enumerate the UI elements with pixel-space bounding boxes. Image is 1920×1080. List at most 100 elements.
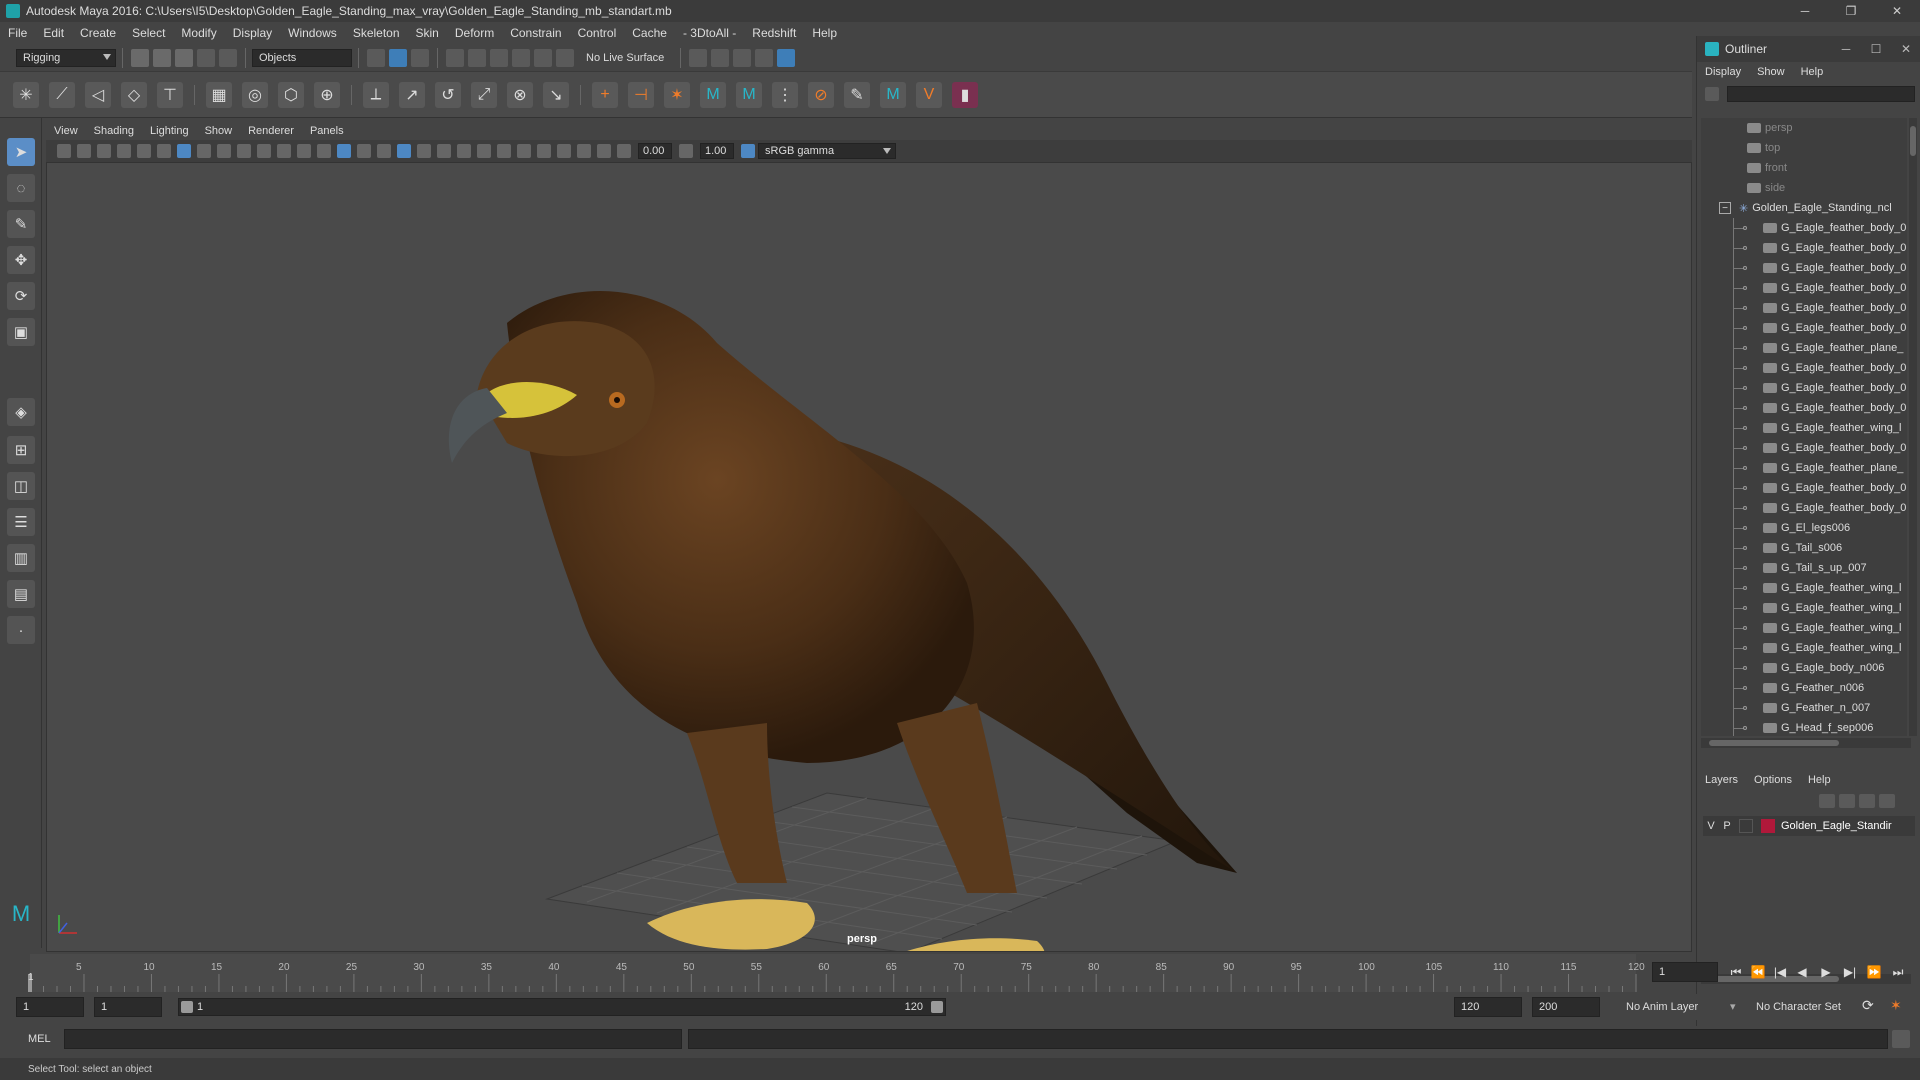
resolution-gate-icon[interactable] xyxy=(217,144,231,158)
menu-edit[interactable]: Edit xyxy=(35,26,72,40)
exposure-icon[interactable] xyxy=(617,144,631,158)
menu-skeleton[interactable]: Skeleton xyxy=(345,26,408,40)
go-to-start-icon[interactable]: ⏮ xyxy=(1726,962,1746,982)
safe-title-icon[interactable] xyxy=(297,144,311,158)
collapse-icon[interactable]: − xyxy=(1719,202,1731,214)
redo-icon[interactable] xyxy=(219,48,237,67)
range-slider[interactable]: 1 120 xyxy=(178,998,946,1016)
anim-layer-label[interactable]: No Anim Layer xyxy=(1626,1001,1698,1013)
menu-control[interactable]: Control xyxy=(570,26,625,40)
maya-script-3-icon[interactable]: M xyxy=(880,81,906,108)
channel-icon[interactable]: ⋮ xyxy=(772,81,798,108)
joint-orange-icon[interactable]: ⊣ xyxy=(628,81,654,108)
field-chart-icon[interactable] xyxy=(257,144,271,158)
layer-move-down-icon[interactable] xyxy=(1839,794,1855,808)
list-item-mesh[interactable]: G_Eagle_feather_body_0 xyxy=(1701,298,1907,318)
outliner-search-input[interactable] xyxy=(1727,86,1915,102)
outliner-maximize-button[interactable]: ☐ xyxy=(1861,36,1891,62)
xray-joints-icon[interactable] xyxy=(577,144,591,158)
playback-start-field[interactable]: 1 xyxy=(94,997,162,1017)
gamma-field[interactable]: 1.00 xyxy=(700,143,734,159)
list-item-mesh[interactable]: G_Eagle_feather_body_0 xyxy=(1701,478,1907,498)
camera-attr-icon[interactable] xyxy=(137,144,151,158)
preferences-icon[interactable]: ✶ xyxy=(1890,997,1902,1014)
list-item-mesh[interactable]: G_El_legs006 xyxy=(1701,518,1907,538)
render-frame-icon[interactable] xyxy=(733,48,752,67)
use-lights-icon[interactable] xyxy=(417,144,431,158)
motion-blur-icon[interactable] xyxy=(477,144,491,158)
selection-mask-dropdown[interactable]: Objects xyxy=(252,48,352,67)
refresh-icon[interactable] xyxy=(1705,87,1719,101)
color-management-icon[interactable] xyxy=(741,144,755,158)
pole-vector-icon[interactable]: ↘ xyxy=(543,81,569,108)
select-tool-icon[interactable]: ➤ xyxy=(7,138,35,166)
vp-menu-show[interactable]: Show xyxy=(197,125,241,137)
parent-constraint-icon[interactable]: ⊗ xyxy=(507,81,533,108)
default-material-icon[interactable] xyxy=(357,144,371,158)
script-editor-icon[interactable] xyxy=(1892,1030,1910,1048)
animation-end-field[interactable]: 200 xyxy=(1532,997,1600,1017)
list-item-mesh[interactable]: G_Eagle_body_n006 xyxy=(1701,658,1907,678)
layers-menu-help[interactable]: Help xyxy=(1800,774,1839,786)
outliner-horizontal-scrollbar[interactable] xyxy=(1701,738,1911,748)
redshift-icon[interactable]: ▮ xyxy=(952,81,978,108)
soft-select-icon[interactable]: ◈ xyxy=(7,398,35,426)
layer-visibility-toggle[interactable]: V xyxy=(1703,820,1719,832)
outliner-close-button[interactable]: ✕ xyxy=(1891,36,1920,62)
character-set-label[interactable]: No Character Set xyxy=(1756,1001,1841,1013)
grease-pencil-icon[interactable] xyxy=(157,144,171,158)
range-slider-start-handle[interactable] xyxy=(181,1001,193,1013)
list-item-mesh[interactable]: G_Eagle_feather_plane_ xyxy=(1701,338,1907,358)
hypershade-icon[interactable] xyxy=(777,48,796,67)
close-button[interactable]: ✕ xyxy=(1874,0,1920,22)
orient-constraint-icon[interactable]: ↺ xyxy=(435,81,461,108)
wireframe-on-shaded-icon[interactable] xyxy=(377,144,391,158)
list-item-mesh[interactable]: G_Feather_n_007 xyxy=(1701,698,1907,718)
layout-two-icon[interactable]: ◫ xyxy=(7,472,35,500)
rotate-tool-icon[interactable]: ⟳ xyxy=(7,282,35,310)
prev-key-icon[interactable]: |◀ xyxy=(1770,962,1790,982)
layers-menu-layers[interactable]: Layers xyxy=(1697,774,1746,786)
menu-file[interactable]: File xyxy=(0,26,35,40)
list-item-mesh[interactable]: G_Eagle_feather_body_0 xyxy=(1701,278,1907,298)
bind-skin-icon[interactable]: ▦ xyxy=(206,81,232,108)
step-forward-icon[interactable]: ⏩ xyxy=(1864,962,1884,982)
current-frame-field[interactable]: 1 xyxy=(1652,962,1718,982)
next-key-icon[interactable]: ▶| xyxy=(1840,962,1860,982)
aim-constraint-icon[interactable]: ↗ xyxy=(399,81,425,108)
depth-of-field-icon[interactable] xyxy=(517,144,531,158)
list-item-mesh[interactable]: G_Eagle_feather_body_0 xyxy=(1701,378,1907,398)
lasso-tool-icon[interactable]: ◌ xyxy=(7,174,35,202)
vp-menu-shading[interactable]: Shading xyxy=(86,125,142,137)
menu-help[interactable]: Help xyxy=(804,26,845,40)
layers-menu-options[interactable]: Options xyxy=(1746,774,1800,786)
list-item-mesh[interactable]: G_Tail_s006 xyxy=(1701,538,1907,558)
menu-constrain[interactable]: Constrain xyxy=(502,26,569,40)
mode-dropdown[interactable]: Rigging xyxy=(16,48,116,67)
list-item-mesh[interactable]: G_Head_f_sep006 xyxy=(1701,718,1907,736)
snap-surface-icon[interactable] xyxy=(534,48,552,67)
film-gate-icon[interactable] xyxy=(197,144,211,158)
menu-windows[interactable]: Windows xyxy=(280,26,345,40)
auto-key-icon[interactable]: ⟳ xyxy=(1862,997,1874,1014)
list-item-mesh[interactable]: G_Eagle_feather_body_0 xyxy=(1701,218,1907,238)
scale-tool-icon[interactable]: ▣ xyxy=(7,318,35,346)
vp-menu-lighting[interactable]: Lighting xyxy=(142,125,197,137)
layer-row[interactable]: V P Golden_Eagle_Standir xyxy=(1703,816,1915,836)
list-item-mesh[interactable]: G_Eagle_feather_body_0 xyxy=(1701,318,1907,338)
step-back-icon[interactable]: ⏪ xyxy=(1748,962,1768,982)
outliner-menu-show[interactable]: Show xyxy=(1749,66,1793,78)
list-item-camera[interactable]: persp xyxy=(1701,118,1907,138)
list-item-mesh[interactable]: G_Eagle_feather_wing_l xyxy=(1701,578,1907,598)
move-tool-icon[interactable]: ✥ xyxy=(7,246,35,274)
list-item-mesh[interactable]: G_Eagle_feather_body_0 xyxy=(1701,398,1907,418)
list-item-mesh[interactable]: G_Eagle_feather_body_0 xyxy=(1701,258,1907,278)
list-item-mesh[interactable]: G_Eagle_feather_body_0 xyxy=(1701,238,1907,258)
v-script-icon[interactable]: V xyxy=(916,81,942,108)
ipr-render-icon[interactable] xyxy=(755,48,774,67)
list-item-mesh[interactable]: G_Eagle_feather_body_0 xyxy=(1701,498,1907,518)
orient-joint-icon[interactable]: ⊤ xyxy=(157,81,183,108)
layer-color-swatch[interactable] xyxy=(1761,819,1775,833)
list-item-mesh[interactable]: G_Eagle_feather_wing_l xyxy=(1701,418,1907,438)
snap-grid-icon[interactable] xyxy=(446,48,464,67)
